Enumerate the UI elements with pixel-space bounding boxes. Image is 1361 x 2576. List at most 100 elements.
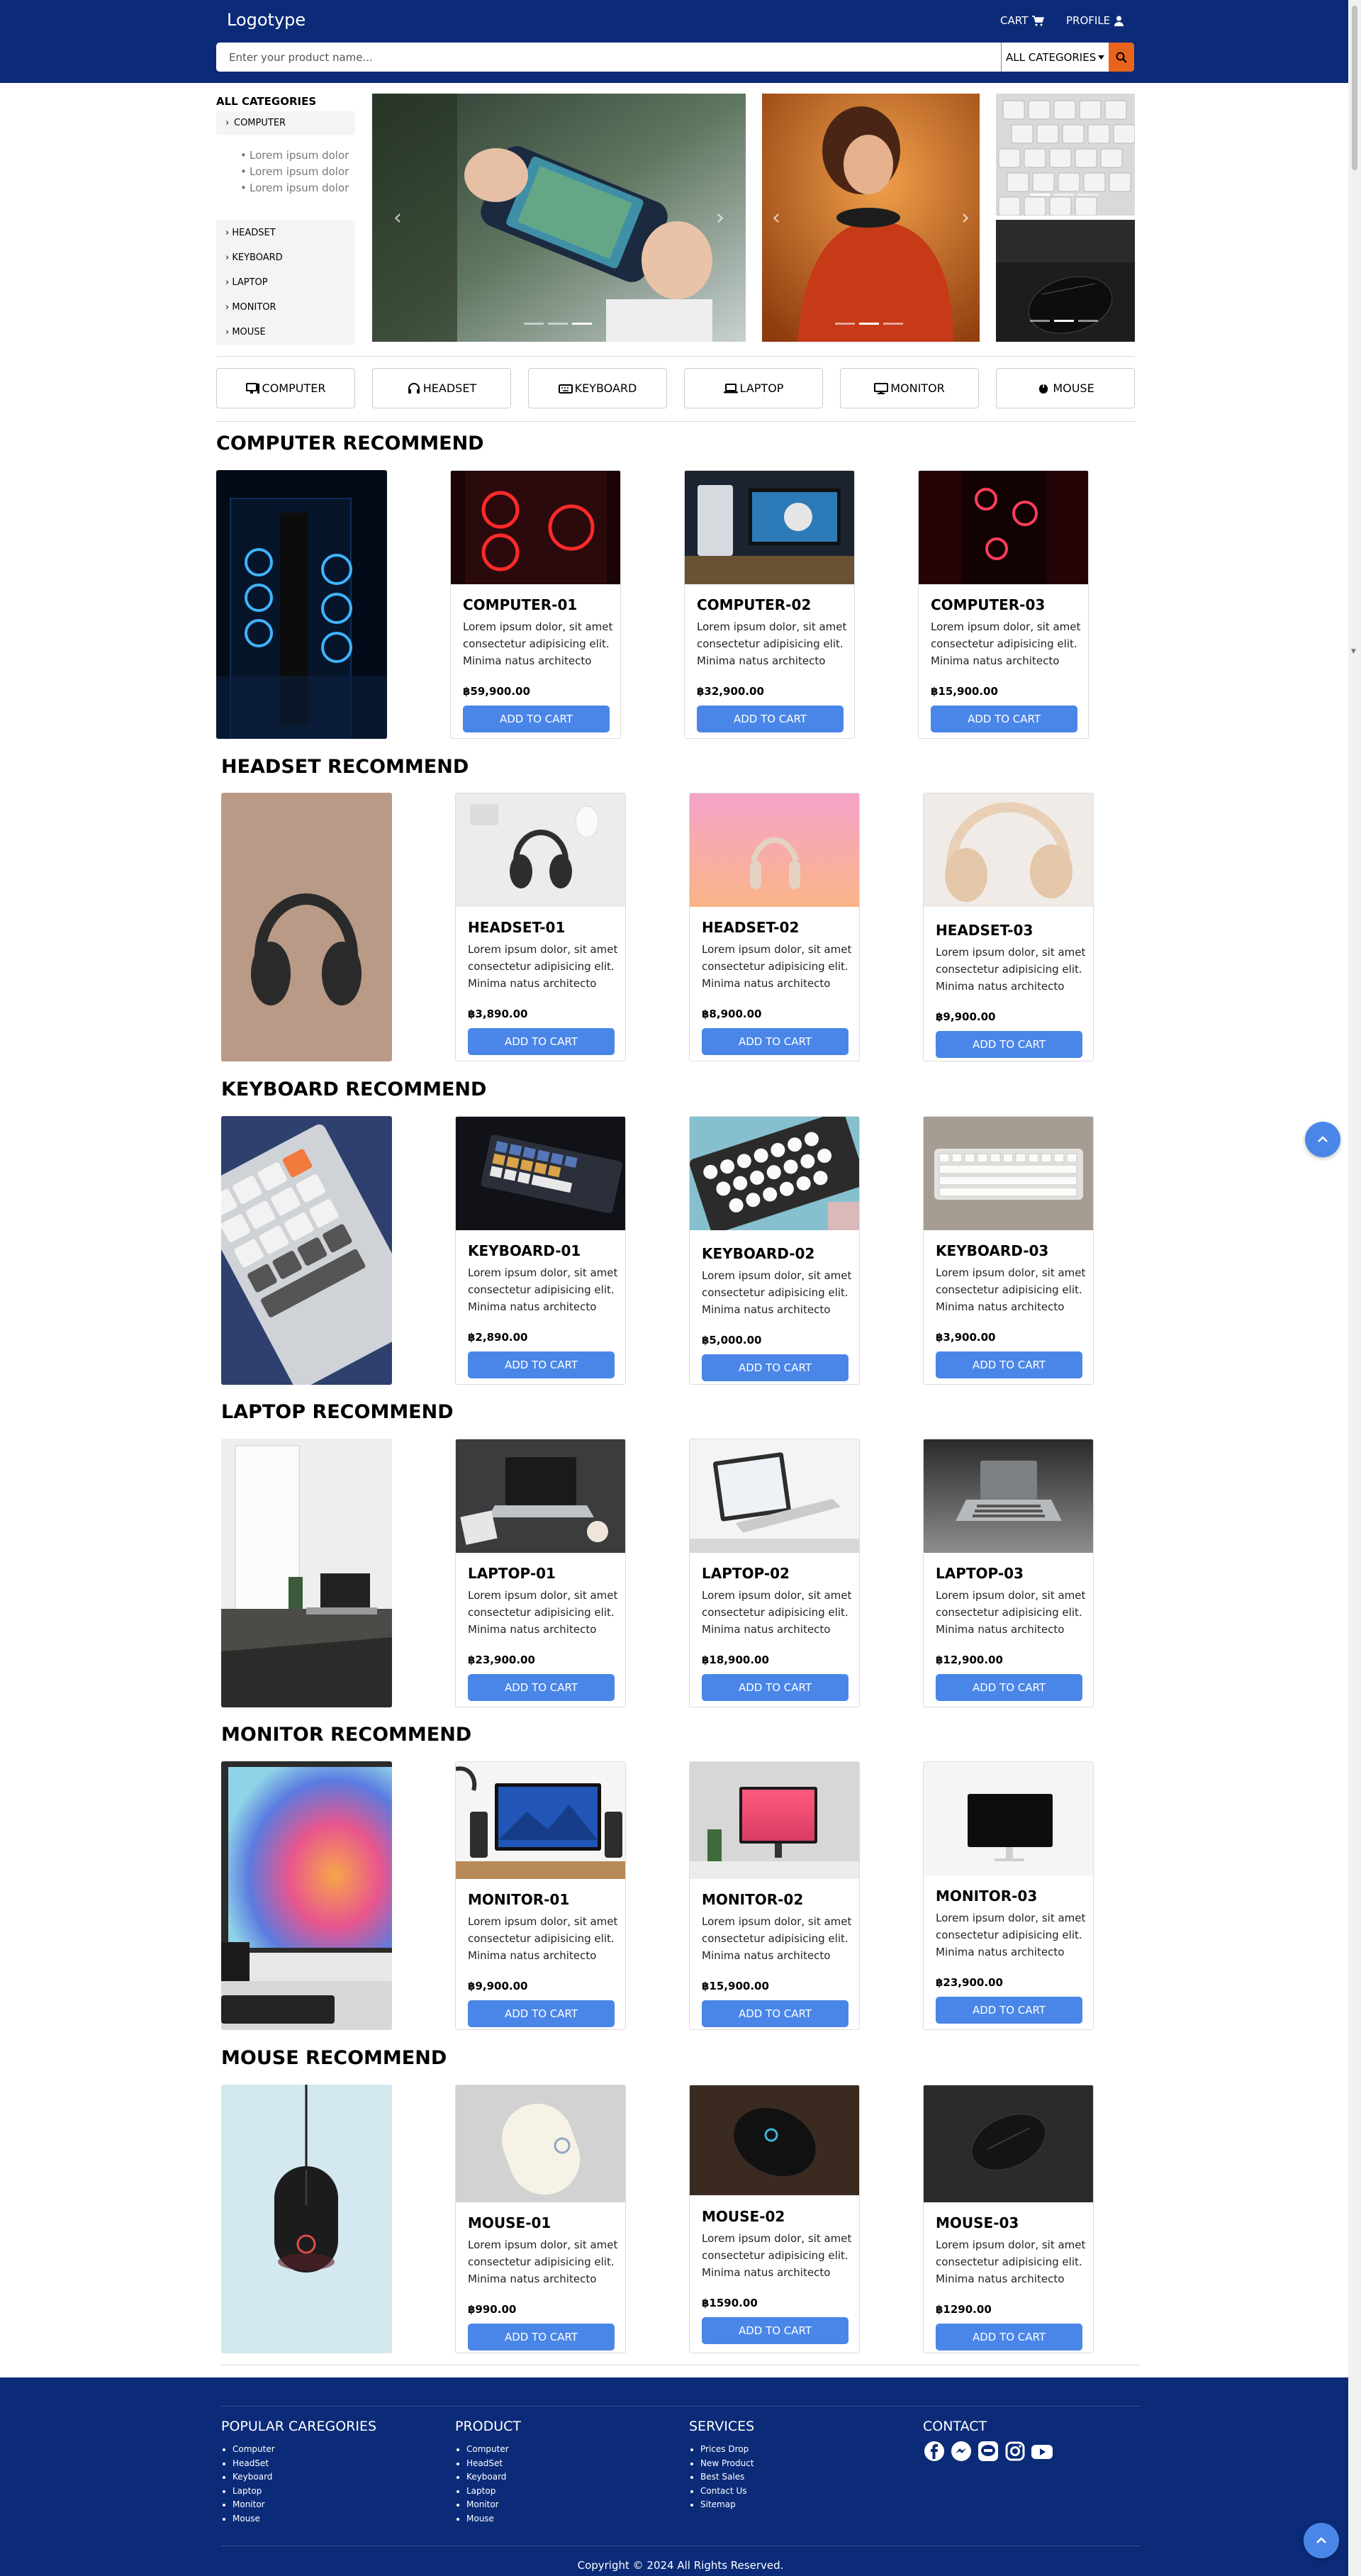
instagram-icon[interactable] (1004, 2440, 1026, 2463)
footer-link[interactable]: HeadSet (233, 2457, 376, 2471)
footer-link[interactable]: Mouse (233, 2512, 376, 2526)
facebook-icon[interactable] (923, 2440, 946, 2463)
search-input[interactable] (216, 43, 1001, 72)
add-to-cart-button[interactable]: ADD TO CART (468, 1351, 615, 1378)
search-button[interactable] (1109, 43, 1134, 72)
footer-link[interactable]: HeadSet (466, 2457, 521, 2471)
category-button-keyboard[interactable]: KEYBOARD (528, 368, 667, 408)
product-image[interactable] (690, 1117, 859, 1230)
product-image[interactable] (451, 471, 620, 584)
page-scrollbar[interactable] (1348, 0, 1361, 2576)
scroll-down-arrow[interactable]: ▼ (1351, 648, 1356, 655)
category-button-monitor[interactable]: MONITOR (840, 368, 979, 408)
add-to-cart-button[interactable]: ADD TO CART (702, 1674, 848, 1701)
product-image[interactable] (456, 793, 625, 907)
add-to-cart-button[interactable]: ADD TO CART (936, 1997, 1082, 2024)
sidebar-subitem[interactable]: Lorem ipsum dolor (240, 182, 349, 194)
cart-link[interactable]: CART (1000, 14, 1045, 27)
category-button-computer[interactable]: COMPUTER (216, 368, 355, 408)
product-image[interactable] (456, 1439, 625, 1553)
add-to-cart-button[interactable]: ADD TO CART (936, 2324, 1082, 2351)
section-hero-image-monitor[interactable] (221, 1761, 392, 2030)
footer-link[interactable]: Keyboard (466, 2470, 521, 2485)
add-to-cart-button[interactable]: ADD TO CART (936, 1031, 1082, 1058)
main-banner-carousel[interactable]: ‹ › (372, 94, 746, 342)
product-image[interactable] (456, 1117, 625, 1230)
carousel-prev-arrow[interactable]: ‹ (393, 206, 402, 230)
add-to-cart-button[interactable]: ADD TO CART (468, 2000, 615, 2027)
category-button-headset[interactable]: HEADSET (372, 368, 511, 408)
product-image[interactable] (690, 1762, 859, 1879)
carousel-indicators[interactable] (835, 323, 903, 325)
add-to-cart-button[interactable]: ADD TO CART (697, 706, 844, 732)
carousel-next-arrow[interactable]: › (961, 206, 970, 230)
product-image[interactable] (456, 1762, 625, 1879)
category-select[interactable]: ALL CATEGORIES (1001, 43, 1109, 72)
product-image[interactable] (924, 1117, 1093, 1230)
footer-link[interactable]: Monitor (466, 2498, 521, 2512)
youtube-icon[interactable] (1031, 2440, 1053, 2463)
footer-link[interactable]: Monitor (233, 2498, 376, 2512)
profile-link[interactable]: PROFILE (1066, 14, 1124, 27)
category-button-mouse[interactable]: MOUSE (996, 368, 1135, 408)
back-to-top-button[interactable] (1305, 1122, 1340, 1157)
carousel-next-arrow[interactable]: › (716, 206, 724, 230)
add-to-cart-button[interactable]: ADD TO CART (702, 1028, 848, 1055)
product-image[interactable] (690, 2085, 859, 2195)
logo[interactable]: Logotype (227, 10, 306, 30)
product-image[interactable] (456, 2085, 625, 2202)
messenger-icon[interactable] (950, 2440, 973, 2463)
small-banner-keyboard[interactable] (996, 94, 1135, 216)
add-to-cart-button[interactable]: ADD TO CART (702, 2000, 848, 2027)
sidebar-item-computer[interactable]: › COMPUTER (216, 111, 355, 135)
product-image[interactable] (690, 1439, 859, 1553)
footer-link[interactable]: Prices Drop (700, 2443, 754, 2457)
product-image[interactable] (924, 2085, 1093, 2202)
section-hero-image-computer[interactable] (216, 470, 387, 739)
add-to-cart-button[interactable]: ADD TO CART (702, 2317, 848, 2344)
footer-link[interactable]: New Product (700, 2457, 754, 2471)
back-to-top-button[interactable] (1304, 2523, 1339, 2558)
add-to-cart-button[interactable]: ADD TO CART (463, 706, 610, 732)
product-image[interactable] (924, 793, 1093, 907)
footer-link[interactable]: Computer (233, 2443, 376, 2457)
add-to-cart-button[interactable]: ADD TO CART (936, 1674, 1082, 1701)
side-banner-carousel[interactable]: ‹ › (762, 94, 980, 342)
sidebar-item-laptop[interactable]: › LAPTOP (225, 277, 268, 288)
sidebar-subitem[interactable]: Lorem ipsum dolor (240, 149, 349, 162)
footer-link[interactable]: Best Sales (700, 2470, 754, 2485)
sidebar-item-mouse[interactable]: › MOUSE (225, 327, 266, 338)
sidebar-item-keyboard[interactable]: › KEYBOARD (225, 252, 283, 263)
category-button-laptop[interactable]: LAPTOP (684, 368, 823, 408)
footer-link[interactable]: Computer (466, 2443, 521, 2457)
add-to-cart-button[interactable]: ADD TO CART (936, 1351, 1082, 1378)
carousel-indicators[interactable] (524, 323, 592, 325)
section-hero-image-headset[interactable] (221, 793, 392, 1061)
footer-link[interactable]: Contact Us (700, 2485, 754, 2499)
carousel-prev-arrow[interactable]: ‹ (772, 206, 780, 230)
footer-link[interactable]: Keyboard (233, 2470, 376, 2485)
small-banner-mouse[interactable] (996, 220, 1135, 342)
carousel-indicators[interactable] (1030, 194, 1098, 196)
footer-link[interactable]: Laptop (233, 2485, 376, 2499)
footer-link[interactable]: Mouse (466, 2512, 521, 2526)
carousel-indicators[interactable] (1030, 320, 1098, 322)
section-hero-image-keyboard[interactable] (221, 1116, 392, 1385)
add-to-cart-button[interactable]: ADD TO CART (468, 1028, 615, 1055)
add-to-cart-button[interactable]: ADD TO CART (931, 706, 1077, 732)
product-image[interactable] (685, 471, 854, 584)
page-scrollbar-thumb[interactable] (1352, 6, 1357, 170)
add-to-cart-button[interactable]: ADD TO CART (702, 1354, 848, 1381)
product-image[interactable] (690, 793, 859, 907)
sidebar-item-monitor[interactable]: › MONITOR (225, 302, 276, 313)
sidebar-item-headset[interactable]: › HEADSET (225, 228, 276, 238)
product-image[interactable] (924, 1439, 1093, 1553)
line-icon[interactable] (977, 2440, 999, 2463)
footer-link[interactable]: Laptop (466, 2485, 521, 2499)
sidebar-subitem[interactable]: Lorem ipsum dolor (240, 165, 349, 178)
footer-link[interactable]: Sitemap (700, 2498, 754, 2512)
section-hero-image-laptop[interactable] (221, 1439, 392, 1707)
add-to-cart-button[interactable]: ADD TO CART (468, 2324, 615, 2351)
section-hero-image-mouse[interactable] (221, 2085, 392, 2353)
add-to-cart-button[interactable]: ADD TO CART (468, 1674, 615, 1701)
